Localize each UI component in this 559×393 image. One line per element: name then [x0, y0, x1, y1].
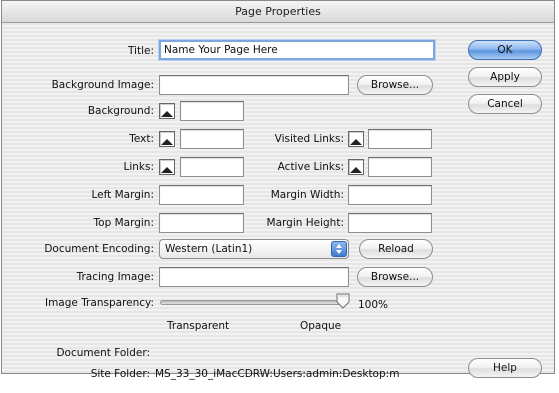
background-image-label: Background Image: [51, 79, 154, 91]
visited-links-input[interactable] [368, 129, 432, 149]
margin-width-input[interactable] [348, 185, 432, 205]
apply-button[interactable]: Apply [468, 67, 542, 87]
site-folder-value: MS_33_30_iMacCDRW:Users:admin:Desktop:m [155, 368, 400, 380]
margin-height-input[interactable] [348, 213, 432, 233]
background-color-input[interactable] [180, 101, 244, 121]
site-folder-label: Site Folder: [90, 368, 150, 380]
visited-links-label: Visited Links: [274, 133, 344, 145]
swatch-menu-icon [161, 111, 173, 117]
swatch-menu-icon [350, 167, 362, 173]
text-color-swatch[interactable] [159, 131, 175, 147]
links-color-label: Links: [123, 161, 154, 173]
swatch-menu-icon [161, 139, 173, 145]
cancel-button[interactable]: Cancel [468, 94, 542, 114]
margin-width-label: Margin Width: [270, 189, 344, 201]
visited-links-swatch[interactable] [348, 131, 364, 147]
left-margin-input[interactable] [159, 185, 244, 205]
image-transparency-slider-track[interactable] [160, 300, 346, 305]
top-margin-input[interactable] [159, 213, 244, 233]
help-button[interactable]: Help [468, 358, 542, 378]
active-links-swatch[interactable] [348, 159, 364, 175]
transparent-label: Transparent [167, 320, 230, 332]
tracing-image-input[interactable] [159, 267, 349, 287]
text-color-label: Text: [129, 133, 154, 145]
background-image-browse-button[interactable]: Browse... [357, 75, 433, 95]
top-margin-label: Top Margin: [93, 217, 154, 229]
margin-height-label: Margin Height: [266, 217, 344, 229]
document-encoding-label: Document Encoding: [44, 243, 154, 255]
document-encoding-select[interactable]: Western (Latin1) [159, 239, 349, 259]
document-folder-label: Document Folder: [56, 347, 150, 359]
background-color-label: Background: [87, 105, 154, 117]
tracing-image-browse-button[interactable]: Browse... [357, 267, 433, 287]
text-color-input[interactable] [180, 129, 244, 149]
page-properties-dialog: Page Properties Title: Name Your Page He… [1, 0, 555, 380]
title-input[interactable]: Name Your Page Here [159, 40, 435, 60]
active-links-input[interactable] [368, 157, 432, 177]
swatch-menu-icon [161, 167, 173, 173]
title-label: Title: [127, 45, 154, 57]
document-encoding-value: Western (Latin1) [165, 243, 253, 255]
tracing-image-label: Tracing Image: [76, 271, 154, 283]
swatch-menu-icon [350, 139, 362, 145]
dialog-title: Page Properties [2, 1, 554, 23]
links-color-swatch[interactable] [159, 159, 175, 175]
opaque-label: Opaque [300, 320, 342, 332]
reload-button[interactable]: Reload [359, 239, 433, 259]
links-color-input[interactable] [180, 157, 244, 177]
background-color-swatch[interactable] [159, 103, 175, 119]
image-transparency-value: 100% [358, 299, 389, 311]
image-transparency-label: Image Transparency: [44, 297, 154, 309]
ok-button[interactable]: OK [468, 40, 542, 60]
background-image-input[interactable] [159, 75, 349, 95]
image-transparency-slider-thumb[interactable] [336, 293, 350, 309]
active-links-label: Active Links: [277, 161, 344, 173]
popup-arrows-icon [331, 241, 347, 257]
left-margin-label: Left Margin: [91, 189, 155, 201]
